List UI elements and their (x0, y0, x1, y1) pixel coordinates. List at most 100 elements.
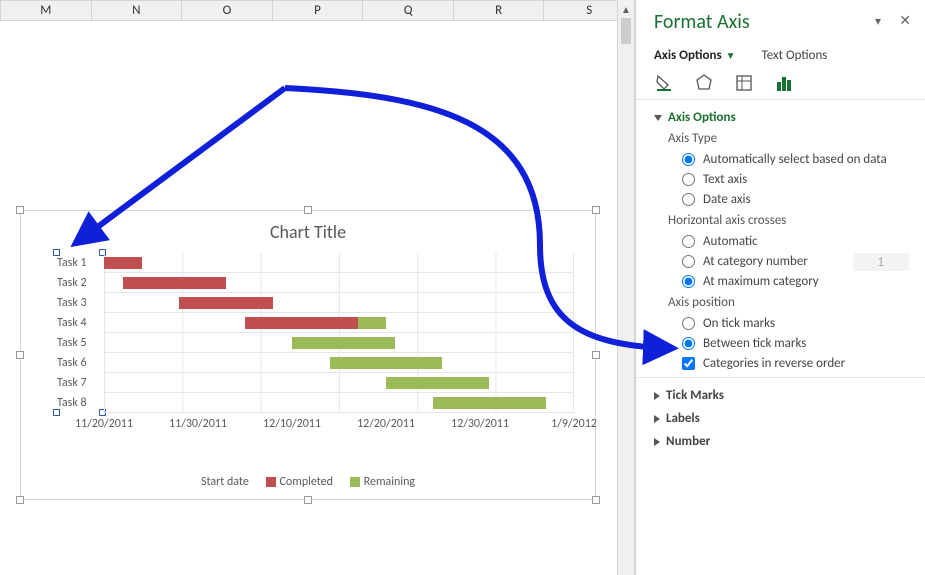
bar-remaining[interactable] (358, 317, 386, 329)
format-axis-pane: ▾ ✕ Format Axis Axis Options ▼ Text Opti… (635, 0, 925, 575)
bar-row (123, 277, 226, 289)
plot-area[interactable]: Task 1 Task 2 Task 3 Task 4 Task 5 Task … (39, 253, 579, 433)
xaxis-tick-label: 12/30/2011 (440, 417, 520, 431)
section-axis-options[interactable]: Axis Options (654, 110, 909, 125)
bar-remaining[interactable] (292, 337, 395, 349)
chart-legend[interactable]: Start date Completed Remaining (21, 475, 595, 489)
resize-handle[interactable] (16, 351, 24, 359)
radio-input[interactable] (682, 337, 695, 350)
resize-handle[interactable] (16, 206, 24, 214)
col-header[interactable]: Q (363, 0, 454, 21)
resize-handle[interactable] (592, 206, 600, 214)
tab-axis-options[interactable]: Axis Options ▼ (654, 48, 736, 63)
col-header[interactable]: M (0, 0, 92, 21)
divider (636, 377, 925, 378)
checkbox-input[interactable] (682, 357, 695, 370)
column-headers: M N O P Q R S (0, 0, 635, 21)
col-header[interactable]: R (454, 0, 545, 21)
radio-on-tick-marks[interactable]: On tick marks (682, 316, 909, 331)
radio-input[interactable] (682, 153, 695, 166)
bar-completed[interactable] (179, 297, 273, 309)
close-icon[interactable]: ✕ (899, 12, 911, 29)
radio-input[interactable] (682, 235, 695, 248)
divider (636, 99, 925, 100)
bar-remaining[interactable] (330, 357, 443, 369)
bar-row (179, 297, 273, 309)
category-label: Task 3 (57, 293, 117, 313)
effects-icon[interactable] (694, 73, 714, 93)
chevron-down-icon: ▼ (726, 49, 736, 62)
expand-icon (654, 392, 660, 400)
xaxis-tick-label: 12/20/2011 (346, 417, 426, 431)
resize-handle[interactable] (304, 206, 312, 214)
bar-completed[interactable] (123, 277, 226, 289)
xaxis-title: Start date (201, 475, 249, 489)
label-horizontal-cross: Horizontal axis crosses (668, 213, 909, 228)
category-label: Task 2 (57, 273, 117, 293)
bar-completed[interactable] (104, 257, 142, 269)
col-header[interactable]: N (92, 0, 183, 21)
bar-remaining[interactable] (433, 397, 546, 409)
radio-label: At category number (703, 254, 808, 269)
radio-hcross-max-category[interactable]: At maximum category (682, 274, 909, 289)
axis-options-icon[interactable] (774, 73, 794, 93)
radio-between-tick-marks[interactable]: Between tick marks (682, 336, 909, 351)
radio-input[interactable] (682, 317, 695, 330)
bar-row (104, 257, 142, 269)
xaxis-tick-label: 12/10/2011 (252, 417, 332, 431)
section-label: Tick Marks (666, 388, 724, 403)
expand-icon (654, 438, 660, 446)
radio-date-axis[interactable]: Date axis (682, 192, 909, 207)
radio-label: Date axis (703, 192, 751, 207)
pane-tabs: Axis Options ▼ Text Options (654, 48, 909, 63)
radio-text-axis[interactable]: Text axis (682, 172, 909, 187)
radio-input[interactable] (682, 173, 695, 186)
category-label: Task 7 (57, 373, 117, 393)
pane-menu-icon[interactable]: ▾ (875, 14, 881, 29)
category-label: Task 5 (57, 333, 117, 353)
bar-completed[interactable] (245, 317, 358, 329)
section-number[interactable]: Number (654, 434, 909, 449)
chart-object[interactable]: Chart Title Task 1 Task 2 Task 3 Task 4 … (20, 210, 596, 500)
bar-remaining[interactable] (386, 377, 489, 389)
legend-label: Remaining (364, 475, 415, 489)
expand-icon (654, 115, 662, 121)
section-tick-marks[interactable]: Tick Marks (654, 388, 909, 403)
resize-handle[interactable] (16, 496, 24, 504)
expand-icon (654, 415, 660, 423)
checkbox-reverse-order[interactable]: Categories in reverse order (682, 356, 909, 371)
label-axis-position: Axis position (668, 295, 909, 310)
category-label: Task 6 (57, 353, 117, 373)
section-label: Number (666, 434, 710, 449)
resize-handle[interactable] (592, 496, 600, 504)
radio-label: Between tick marks (703, 336, 806, 351)
radio-hcross-category-number[interactable]: At category number (682, 254, 909, 269)
size-properties-icon[interactable] (734, 73, 754, 93)
scroll-thumb[interactable] (621, 18, 631, 44)
resize-handle[interactable] (304, 496, 312, 504)
radio-hcross-automatic[interactable]: Automatic (682, 234, 909, 249)
xaxis-tick-label: 11/20/2011 (64, 417, 144, 431)
resize-handle[interactable] (592, 351, 600, 359)
section-labels[interactable]: Labels (654, 411, 909, 426)
label-axis-type: Axis Type (668, 131, 909, 146)
col-header[interactable]: O (182, 0, 273, 21)
tab-text-options[interactable]: Text Options (762, 48, 828, 63)
tab-label: Text Options (762, 48, 828, 63)
pane-icon-row (654, 73, 909, 93)
radio-label: Automatically select based on data (703, 152, 887, 167)
radio-label: Automatic (703, 234, 758, 249)
radio-input[interactable] (682, 275, 695, 288)
radio-input[interactable] (682, 255, 695, 268)
bar-row (292, 337, 395, 349)
radio-auto-select[interactable]: Automatically select based on data (682, 152, 909, 167)
chart-title[interactable]: Chart Title (21, 221, 595, 243)
vertical-scrollbar[interactable]: ▲ (617, 0, 635, 575)
radio-input[interactable] (682, 193, 695, 206)
scroll-up-icon[interactable]: ▲ (618, 0, 634, 18)
col-header[interactable]: P (273, 0, 364, 21)
radio-label: At maximum category (703, 274, 819, 289)
radio-label: On tick marks (703, 316, 775, 331)
fill-line-icon[interactable] (654, 73, 674, 93)
category-number-field[interactable] (853, 253, 909, 271)
